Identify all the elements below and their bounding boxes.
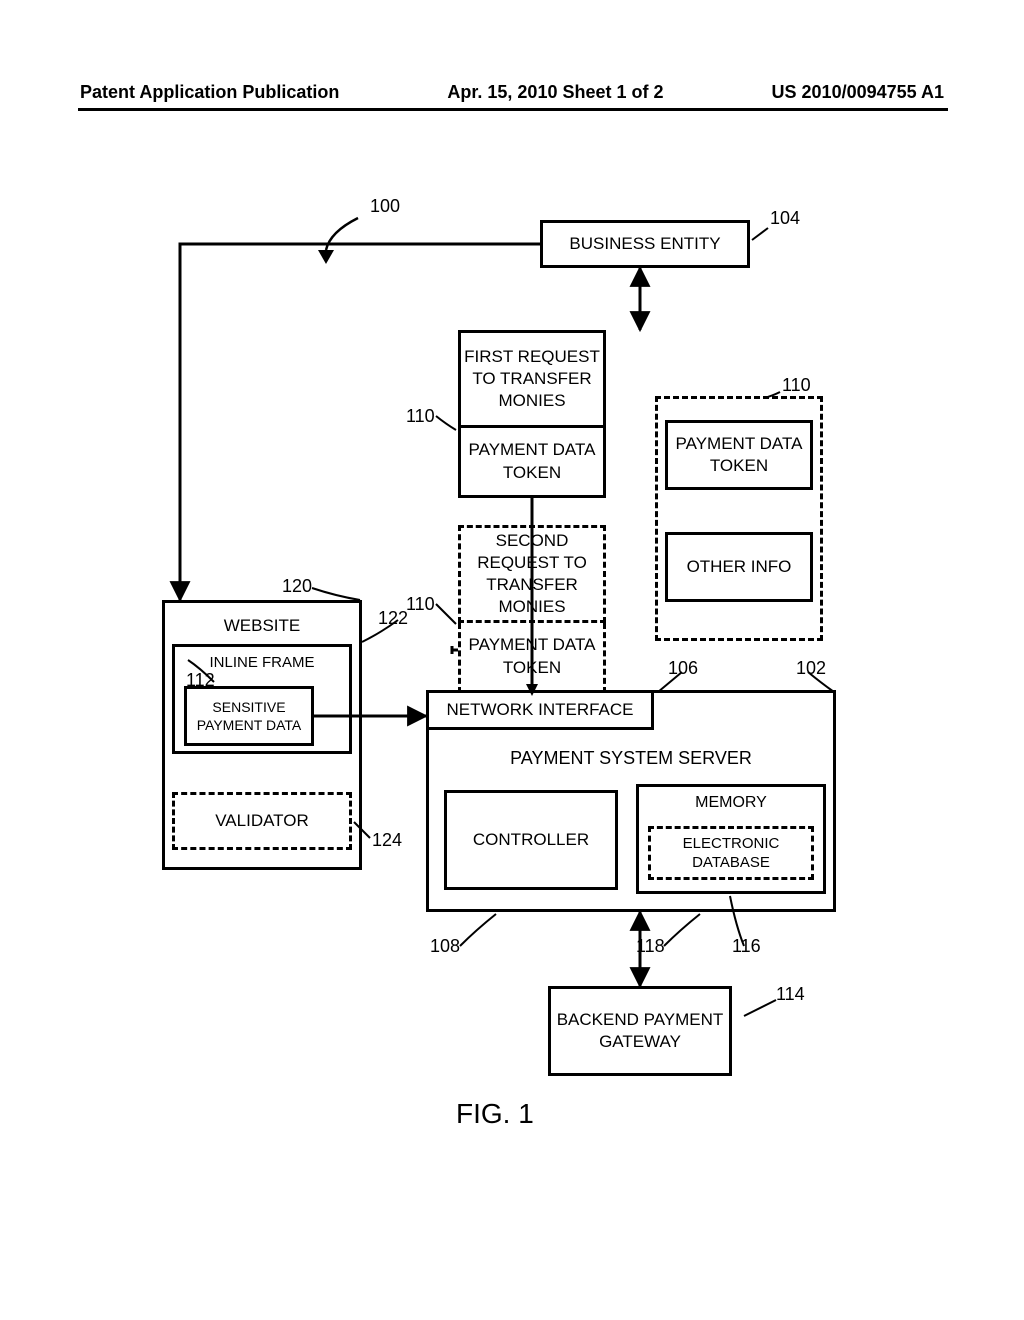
ref-114: 114 bbox=[776, 984, 805, 1005]
payment-token-box-c: PAYMENT DATA TOKEN bbox=[665, 420, 813, 490]
ref-120: 120 bbox=[282, 576, 312, 597]
ref-106: 106 bbox=[668, 658, 698, 679]
second-request-label: SECOND REQUEST TO TRANSFER MONIES bbox=[461, 530, 603, 618]
payment-token-box-b: PAYMENT DATA TOKEN bbox=[458, 623, 606, 693]
website-label: WEBSITE bbox=[224, 615, 301, 637]
backend-gateway-box: BACKEND PAYMENT GATEWAY bbox=[548, 986, 732, 1076]
payment-token-label-b: PAYMENT DATA TOKEN bbox=[461, 634, 603, 678]
ref-116: 116 bbox=[732, 936, 761, 957]
header-right: US 2010/0094755 A1 bbox=[772, 82, 944, 103]
payment-token-label-a: PAYMENT DATA TOKEN bbox=[461, 439, 603, 483]
header-center: Apr. 15, 2010 Sheet 1 of 2 bbox=[447, 82, 663, 103]
header-rule bbox=[78, 108, 948, 111]
page-header: Patent Application Publication Apr. 15, … bbox=[0, 82, 1024, 103]
backend-gateway-label: BACKEND PAYMENT GATEWAY bbox=[551, 1009, 729, 1053]
ref-112: 112 bbox=[186, 670, 215, 691]
first-request-box: FIRST REQUEST TO TRANSFER MONIES bbox=[458, 330, 606, 428]
ref-108: 108 bbox=[430, 936, 460, 957]
validator-box: VALIDATOR bbox=[172, 792, 352, 850]
validator-label: VALIDATOR bbox=[215, 810, 309, 832]
ref-118: 118 bbox=[636, 936, 665, 957]
ref-102: 102 bbox=[796, 658, 826, 679]
ref-110c: 110 bbox=[406, 594, 435, 615]
controller-box: CONTROLLER bbox=[444, 790, 618, 890]
payment-server-label: PAYMENT SYSTEM SERVER bbox=[426, 748, 836, 769]
sensitive-payment-box: SENSITIVE PAYMENT DATA bbox=[184, 686, 314, 746]
electronic-database-label: ELECTRONIC DATABASE bbox=[651, 834, 811, 873]
ref-124: 124 bbox=[372, 830, 402, 851]
payment-token-label-c: PAYMENT DATA TOKEN bbox=[668, 433, 810, 477]
ref-122: 122 bbox=[378, 608, 408, 629]
other-info-box: OTHER INFO bbox=[665, 532, 813, 602]
network-interface-label: NETWORK INTERFACE bbox=[446, 699, 633, 721]
figure-caption: FIG. 1 bbox=[456, 1098, 534, 1130]
other-info-label: OTHER INFO bbox=[687, 556, 792, 578]
network-interface-box: NETWORK INTERFACE bbox=[426, 690, 654, 730]
payment-token-box-a: PAYMENT DATA TOKEN bbox=[458, 428, 606, 498]
sensitive-payment-label: SENSITIVE PAYMENT DATA bbox=[187, 698, 311, 734]
controller-label: CONTROLLER bbox=[473, 829, 589, 851]
electronic-database-box: ELECTRONIC DATABASE bbox=[648, 826, 814, 880]
ref-104: 104 bbox=[770, 208, 800, 229]
business-entity-label: BUSINESS ENTITY bbox=[569, 233, 720, 255]
inline-frame-label: INLINE FRAME bbox=[209, 653, 314, 673]
second-request-box: SECOND REQUEST TO TRANSFER MONIES bbox=[458, 525, 606, 623]
memory-label: MEMORY bbox=[695, 793, 767, 814]
ref-100: 100 bbox=[370, 196, 400, 217]
header-left: Patent Application Publication bbox=[80, 82, 339, 103]
ref-110b: 110 bbox=[782, 375, 811, 396]
first-request-label: FIRST REQUEST TO TRANSFER MONIES bbox=[461, 346, 603, 412]
ref-110a: 110 bbox=[406, 406, 435, 427]
business-entity-box: BUSINESS ENTITY bbox=[540, 220, 750, 268]
